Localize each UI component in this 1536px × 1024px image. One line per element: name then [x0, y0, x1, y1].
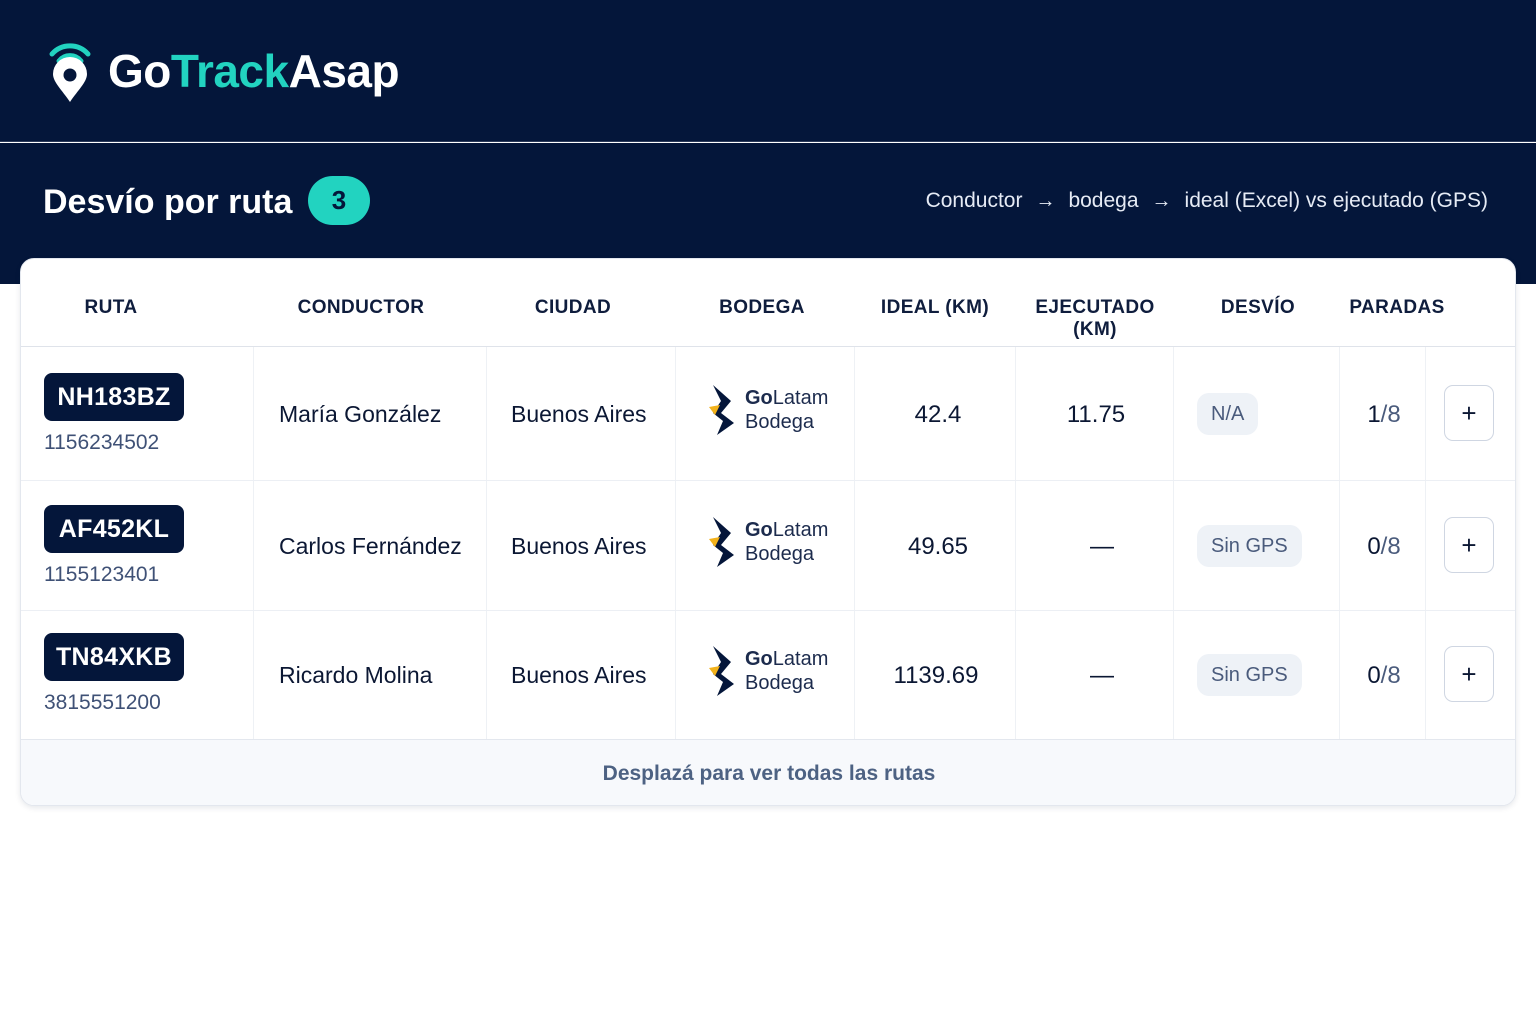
column-divider — [1339, 611, 1340, 740]
executed-km: — — [1090, 533, 1114, 560]
column-header-ideal[interactable]: IDEAL (KM) — [867, 297, 1003, 319]
column-divider — [1339, 481, 1340, 610]
expand-row-button[interactable]: + — [1444, 517, 1494, 573]
stops-total: /8 — [1380, 401, 1401, 428]
arrow-right-icon: → — [1035, 189, 1056, 212]
column-divider — [486, 481, 487, 610]
column-header-conductor[interactable]: CONDUCTOR — [273, 297, 449, 319]
executed-km: — — [1090, 662, 1114, 689]
ideal-km: 42.4 — [914, 401, 962, 428]
column-divider — [675, 481, 676, 610]
route-plate[interactable]: AF452KL — [44, 505, 184, 553]
column-divider — [675, 347, 676, 480]
app-name: GoTrackAsap — [108, 45, 400, 97]
routes-table-card: RUTA CONDUCTOR CIUDAD BODEGA IDEAL (KM) … — [20, 258, 1516, 806]
expand-row-button[interactable]: + — [1444, 646, 1494, 702]
table-row[interactable]: AF452KL 1155123401 Carlos Fernández Buen… — [21, 481, 1515, 611]
warehouse-cell: GoLatam Bodega — [707, 515, 828, 569]
column-header-ruta[interactable]: RUTA — [63, 297, 159, 319]
logo-word-go: Go — [108, 45, 171, 97]
driver-phone: 3815551200 — [44, 691, 161, 714]
driver-phone: 1156234502 — [44, 431, 160, 454]
scroll-hint: Desplazá para ver todas las rutas — [602, 762, 936, 785]
stops-total: /8 — [1380, 662, 1401, 689]
column-header-paradas[interactable]: PARADAS — [1343, 297, 1451, 319]
stops-done: 1 — [1367, 401, 1381, 428]
table-row[interactable]: TN84XKB 3815551200 Ricardo Molina Buenos… — [21, 611, 1515, 741]
city-name: Buenos Aires — [511, 401, 647, 427]
app-logo[interactable]: GoTrackAsap — [44, 38, 400, 104]
column-divider — [854, 481, 855, 610]
deviation-badge: Sin GPS — [1197, 525, 1302, 567]
golatam-logo-icon — [709, 517, 734, 567]
golatam-logo-icon — [709, 646, 734, 696]
table-header: RUTA CONDUCTOR CIUDAD BODEGA IDEAL (KM) … — [21, 259, 1515, 347]
column-divider — [253, 611, 254, 740]
driver-name: Carlos Fernández — [279, 533, 462, 559]
ideal-km: 49.65 — [907, 533, 969, 560]
deviation-badge: Sin GPS — [1197, 654, 1302, 696]
stops-done: 0 — [1367, 662, 1381, 689]
driver-phone: 1155123401 — [44, 563, 160, 586]
column-divider — [486, 611, 487, 740]
warehouse-brand-suffix: Latam — [772, 387, 829, 409]
flow-breadcrumb: Conductor → bodega → ideal (Excel) vs ej… — [926, 189, 1488, 213]
warehouse-cell: GoLatam Bodega — [707, 383, 828, 437]
column-divider — [253, 481, 254, 610]
warehouse-cell: GoLatam Bodega — [707, 644, 828, 698]
table-row[interactable]: NH183BZ 1156234502 María González Buenos… — [21, 347, 1515, 481]
warehouse-brand-suffix: Latam — [772, 648, 829, 670]
stops-count: 0/8 — [1341, 662, 1427, 690]
warehouse-label: Bodega — [745, 543, 814, 565]
warehouse-label: Bodega — [745, 411, 814, 433]
stops-done: 0 — [1367, 533, 1381, 560]
column-header-ciudad[interactable]: CIUDAD — [501, 297, 645, 319]
warehouse-brand: Go — [745, 519, 773, 541]
expand-row-button[interactable]: + — [1444, 385, 1494, 441]
city-name: Buenos Aires — [511, 533, 647, 559]
flow-step-conductor: Conductor — [925, 189, 1023, 212]
city-name: Buenos Aires — [511, 662, 647, 688]
deviation-badge: N/A — [1197, 393, 1259, 435]
column-divider — [1339, 347, 1340, 480]
column-divider — [675, 611, 676, 740]
arrow-right-icon: → — [1151, 189, 1172, 212]
stops-count: 0/8 — [1341, 533, 1427, 561]
table-footer: Desplazá para ver todas las rutas — [21, 739, 1515, 805]
column-divider — [854, 347, 855, 480]
top-bar: GoTrackAsap — [0, 0, 1536, 142]
driver-name: Ricardo Molina — [279, 662, 433, 688]
column-divider — [486, 347, 487, 480]
ideal-km: 1139.69 — [893, 662, 979, 689]
logo-word-track: Track — [170, 45, 289, 97]
route-plate[interactable]: NH183BZ — [44, 373, 184, 421]
golatam-logo-icon — [709, 385, 734, 435]
warehouse-label: Bodega — [745, 672, 814, 694]
warehouse-brand-suffix: Latam — [772, 519, 829, 541]
column-header-desvio[interactable]: DESVÍO — [1199, 297, 1317, 319]
column-divider — [253, 347, 254, 480]
executed-km: 11.75 — [1066, 401, 1126, 428]
flow-step-comparison: ideal (Excel) vs ejecutado (GPS) — [1184, 189, 1488, 212]
column-header-ejecutado[interactable]: EJECUTADO (KM) — [1011, 297, 1179, 341]
route-plate[interactable]: TN84XKB — [44, 633, 184, 681]
warehouse-brand: Go — [745, 648, 773, 670]
location-signal-icon — [49, 43, 91, 102]
column-header-bodega[interactable]: BODEGA — [691, 297, 833, 319]
stops-count: 1/8 — [1341, 401, 1427, 429]
warehouse-brand: Go — [745, 387, 773, 409]
page-title: Desvío por ruta — [43, 183, 293, 221]
stops-total: /8 — [1380, 533, 1401, 560]
driver-name: María González — [279, 401, 442, 427]
flow-step-bodega: bodega — [1068, 189, 1139, 212]
route-count-badge: 3 — [308, 176, 370, 225]
logo-word-asap: Asap — [288, 45, 400, 97]
column-divider — [854, 611, 855, 740]
